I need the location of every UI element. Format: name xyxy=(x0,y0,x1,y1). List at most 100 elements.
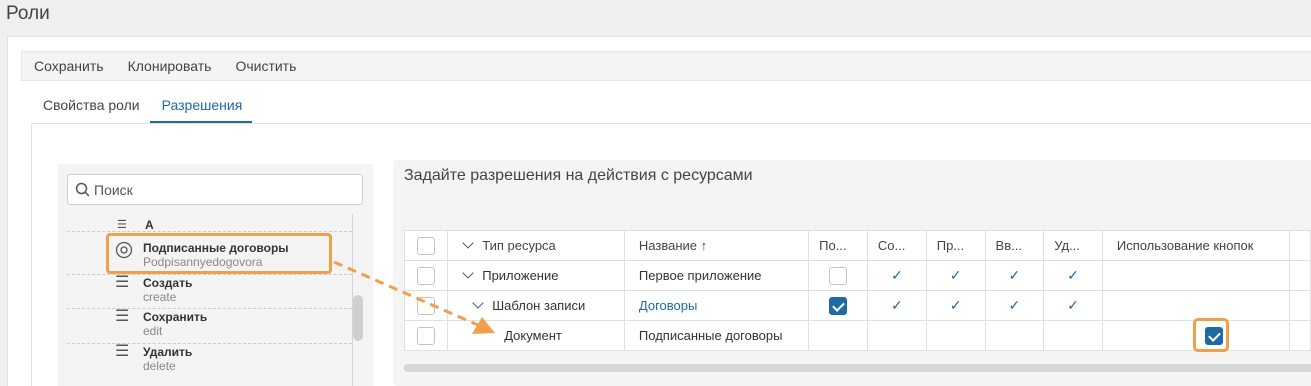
cell-c4: ✓ xyxy=(984,290,1045,321)
permissions-title: Задайте разрешения на действия с ресурса… xyxy=(404,167,753,184)
search-placeholder: Поиск xyxy=(94,181,133,198)
check-icon[interactable]: ✓ xyxy=(891,297,903,313)
tree-divider xyxy=(67,231,352,232)
row-checkbox[interactable] xyxy=(417,296,436,315)
table-horizontal-scrollbar[interactable] xyxy=(404,364,1311,372)
select-all-cell xyxy=(403,230,449,261)
save-button[interactable]: Сохранить xyxy=(34,58,104,74)
check-icon[interactable]: ✓ xyxy=(1009,267,1021,283)
page-title: Роли xyxy=(6,3,50,24)
tab-role-properties[interactable]: Свойства роли xyxy=(31,93,150,123)
row-checkbox[interactable] xyxy=(417,326,436,345)
row-select-cell xyxy=(403,290,449,321)
col-c2[interactable]: Со... xyxy=(866,230,927,261)
tree-item-title: Удалить xyxy=(143,345,193,359)
toolbar: Сохранить Клонировать Очистить xyxy=(21,51,1311,81)
table-row: Шаблон записи Договоры ✓ ✓ ✓ ✓ xyxy=(403,290,1311,321)
lines-icon: ☰ xyxy=(117,219,127,231)
cell-c2 xyxy=(866,320,927,351)
cell-c3 xyxy=(925,320,986,351)
cell-name: Договоры xyxy=(623,290,810,321)
col-buttons[interactable]: Использование кнопок xyxy=(1101,230,1290,261)
tree-scrollbar[interactable] xyxy=(353,295,363,341)
cell-c2: ✓ xyxy=(866,260,927,291)
highlight-frame-checkbox xyxy=(1193,318,1229,352)
clone-button[interactable]: Клонировать xyxy=(128,58,212,74)
tree-item-create[interactable]: ☰ Создать create xyxy=(115,274,193,305)
col-name-label: Название ↑ xyxy=(638,238,708,253)
col-extra xyxy=(1288,230,1311,261)
tree-item-title: Сохранить xyxy=(143,310,208,324)
col-c5[interactable]: Уд... xyxy=(1043,230,1103,261)
check-icon[interactable]: ✓ xyxy=(950,267,962,283)
cell-name: Подписанные договоры xyxy=(623,320,810,351)
cell-type-label: Шаблон записи xyxy=(492,298,586,313)
cell-c1 xyxy=(808,260,868,291)
tree-item-title: Создать xyxy=(143,276,193,290)
col-c4-label: Вв... xyxy=(995,238,1022,253)
cell-c1 xyxy=(808,290,868,321)
check-icon[interactable]: ✓ xyxy=(950,297,962,313)
cell-c2: ✓ xyxy=(866,290,927,321)
tree-item-subtitle: delete xyxy=(143,359,176,373)
tree-item-save[interactable]: ☰ Сохранить edit xyxy=(115,308,208,339)
tree-item-partial: ☰ A xyxy=(117,218,154,232)
check-icon[interactable]: ✓ xyxy=(891,267,903,283)
col-c1[interactable]: По... xyxy=(808,230,868,261)
col-c1-label: По... xyxy=(819,238,847,253)
tree-item-subtitle: create xyxy=(143,290,177,304)
col-c3[interactable]: Пр... xyxy=(925,230,986,261)
cell-type: Приложение xyxy=(447,260,625,291)
permissions-table: Тип ресурса Название ↑ По... Со... Пр...… xyxy=(403,230,1311,351)
chevron-down-icon[interactable] xyxy=(462,267,474,279)
cell-c4: ✓ xyxy=(984,260,1045,291)
cell-buttons xyxy=(1101,260,1290,291)
col-resource-type[interactable]: Тип ресурса xyxy=(447,230,625,261)
search-icon xyxy=(75,182,90,197)
tree-item-delete[interactable]: ☰ Удалить delete xyxy=(115,343,193,374)
tree-divider xyxy=(67,343,352,344)
check-icon[interactable]: ✓ xyxy=(1067,267,1079,283)
col-name[interactable]: Название ↑ xyxy=(623,230,810,261)
chevron-down-icon xyxy=(462,237,474,249)
table-row: Приложение Первое приложение ✓ ✓ ✓ ✓ xyxy=(403,260,1311,291)
clear-button[interactable]: Очистить xyxy=(235,58,296,74)
table-row: Документ Подписанные договоры xyxy=(403,320,1311,351)
lines-icon: ☰ xyxy=(115,274,130,291)
cell-extra xyxy=(1288,290,1311,321)
tree-item-partial-label: A xyxy=(145,218,154,232)
check-icon[interactable]: ✓ xyxy=(1009,297,1021,313)
cell-c3: ✓ xyxy=(925,260,986,291)
cell-name: Первое приложение xyxy=(623,260,810,291)
tab-bar: Свойства роли Разрешения xyxy=(31,93,253,123)
select-all-checkbox[interactable] xyxy=(417,236,436,255)
col-resource-type-label: Тип ресурса xyxy=(482,238,556,253)
tree-divider xyxy=(67,274,352,275)
check-icon[interactable]: ✓ xyxy=(1067,297,1079,313)
col-c3-label: Пр... xyxy=(936,238,965,253)
chevron-down-icon[interactable] xyxy=(472,297,484,309)
row-select-cell xyxy=(403,260,449,291)
tab-permissions[interactable]: Разрешения xyxy=(149,93,253,123)
tree-divider xyxy=(67,308,352,309)
record-template-link[interactable]: Договоры xyxy=(639,298,697,313)
lines-icon: ☰ xyxy=(115,308,130,325)
cell-extra xyxy=(1288,260,1311,291)
cell-type-label: Приложение xyxy=(482,268,559,283)
cell-extra xyxy=(1288,320,1311,351)
cell-type: Шаблон записи xyxy=(447,290,625,321)
perm-checkbox[interactable] xyxy=(829,266,848,285)
search-input[interactable]: Поиск xyxy=(67,174,363,205)
cell-c1 xyxy=(808,320,868,351)
col-buttons-label: Использование кнопок xyxy=(1116,238,1254,253)
cell-c3: ✓ xyxy=(925,290,986,321)
table-header-row: Тип ресурса Название ↑ По... Со... Пр...… xyxy=(403,230,1311,261)
col-c4[interactable]: Вв... xyxy=(984,230,1045,261)
row-select-cell xyxy=(403,320,449,351)
cell-c5 xyxy=(1043,320,1103,351)
lines-icon: ☰ xyxy=(115,343,130,360)
row-checkbox[interactable] xyxy=(417,266,436,285)
cell-c4 xyxy=(984,320,1045,351)
perm-checkbox-checked[interactable] xyxy=(829,296,848,315)
tree-item-subtitle: edit xyxy=(143,324,163,338)
